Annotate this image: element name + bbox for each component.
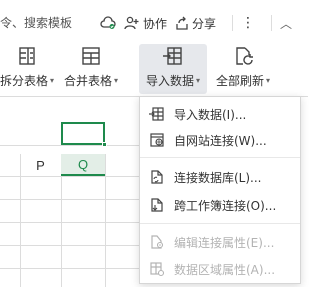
collab-button[interactable]: 协作 — [124, 15, 167, 32]
split-table-button[interactable]: 拆分表格 ▾ — [0, 44, 56, 94]
web-page-icon — [148, 131, 166, 149]
collapse-ribbon-button[interactable]: ︿ — [280, 15, 292, 32]
menu-item-label: 自网站连接(W)... — [174, 133, 267, 148]
ribbon-toolbar: 拆分表格 ▾ 合并表格 ▾ 导入数据 ▾ 全部刷新 ▾ — [0, 40, 308, 96]
top-bar: 令、搜索模板 协作 分享 ⋮ ︿ — [0, 0, 308, 40]
grid-line — [0, 199, 140, 200]
share-icon — [175, 16, 189, 30]
menu-item-workbook-connection[interactable]: 跨工作簿连接(O)... — [140, 192, 300, 218]
share-button[interactable]: 分享 — [175, 15, 216, 32]
grid-line — [0, 145, 140, 146]
merge-table-button[interactable]: 合并表格 ▾ — [60, 44, 122, 94]
chevron-down-icon: ▾ — [50, 76, 55, 85]
grid-line — [0, 268, 140, 269]
import-data-button[interactable]: 导入数据 ▾ — [139, 44, 207, 94]
menu-item-database-connection[interactable]: 连接数据库(L)... — [140, 164, 300, 190]
grid-line — [0, 245, 140, 246]
menu-item-label: 跨工作簿连接(O)... — [174, 198, 277, 213]
menu-item-import-data[interactable]: 导入数据(I)... — [140, 101, 300, 127]
grid-line — [105, 154, 106, 287]
cloud-sync-icon[interactable] — [100, 16, 116, 30]
collab-label: 协作 — [143, 16, 168, 31]
merge-table-icon — [80, 44, 102, 68]
share-label: 分享 — [192, 16, 217, 31]
merge-table-label: 合并表格 — [63, 74, 112, 88]
import-data-icon — [162, 44, 184, 68]
menu-divider — [140, 157, 300, 158]
menu-item-label: 导入数据(I)... — [174, 107, 247, 122]
menu-item-label: 数据区域属性(A)... — [174, 262, 276, 277]
chevron-down-icon: ▾ — [114, 76, 119, 85]
selected-cell[interactable] — [61, 122, 105, 145]
refresh-all-label: 全部刷新 — [215, 74, 264, 88]
divider — [232, 15, 234, 31]
import-data-label: 导入数据 — [145, 74, 194, 88]
import-data-icon — [148, 105, 166, 123]
workbook-link-icon — [148, 196, 166, 214]
menu-item-data-range-properties[interactable]: 数据区域属性(A)... — [140, 256, 300, 282]
chevron-down-icon: ▾ — [196, 76, 201, 85]
menu-divider — [140, 223, 300, 224]
data-range-settings-icon — [148, 260, 166, 278]
more-menu-button[interactable]: ⋮ — [241, 15, 255, 31]
grid-line — [0, 222, 140, 223]
refresh-all-icon — [232, 44, 254, 68]
top-actions: 协作 分享 ⋮ ︿ — [100, 12, 300, 34]
chevron-down-icon: ▾ — [266, 76, 271, 85]
divider — [271, 15, 273, 31]
split-table-label: 拆分表格 — [0, 74, 48, 88]
menu-item-edit-connection-properties[interactable]: 编辑连接属性(E)... — [140, 229, 300, 255]
menu-item-label: 编辑连接属性(E)... — [174, 235, 275, 250]
menu-item-label: 连接数据库(L)... — [174, 170, 262, 185]
search-hint-text[interactable]: 令、搜索模板 — [0, 14, 72, 31]
add-user-icon — [124, 16, 140, 30]
split-table-icon — [16, 44, 38, 68]
menu-item-web-connection[interactable]: 自网站连接(W)... — [140, 127, 300, 153]
import-data-menu: 导入数据(I)... 自网站连接(W)... 连接数据库(L)... 跨工作簿连… — [139, 96, 301, 284]
column-header-q[interactable]: Q — [61, 154, 105, 176]
grid-line — [0, 176, 140, 177]
refresh-all-button[interactable]: 全部刷新 ▾ — [210, 44, 276, 94]
database-link-icon — [148, 168, 166, 186]
fill-handle[interactable] — [102, 142, 107, 147]
column-header-p[interactable]: P — [20, 154, 61, 176]
connection-settings-icon — [148, 233, 166, 251]
